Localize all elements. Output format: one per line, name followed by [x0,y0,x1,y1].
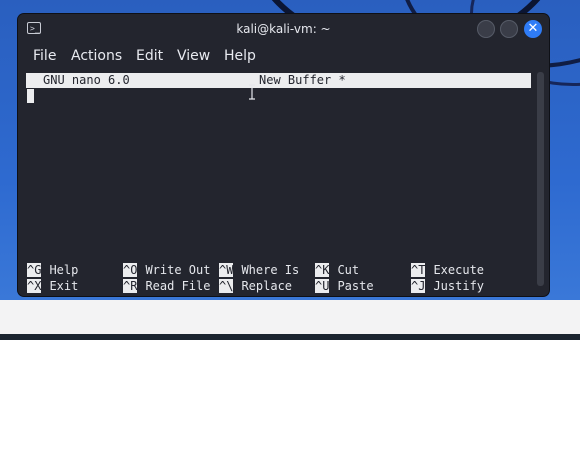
desktop-panel-area [0,300,580,334]
shortcut-replace[interactable]: ^\ Replace [219,278,292,294]
maximize-button[interactable] [500,20,518,38]
menu-bar: File Actions Edit View Help [18,44,549,68]
terminal-scrollbar[interactable] [537,72,544,286]
shortcut-where-is[interactable]: ^W Where Is [219,262,299,278]
menu-actions[interactable]: Actions [71,46,122,66]
window-title: kali@kali-vm: ~ [236,22,331,36]
nano-shortcuts: ^G Help ^O Write Out ^W Where Is ^K Cut ^T Ex… [27,262,532,294]
desktop-divider [0,334,580,340]
nano-buffer-name: New Buffer * [259,73,346,87]
window-titlebar[interactable]: >_ kali@kali-vm: ~ ✕ [18,14,549,44]
text-cursor-icon [249,84,255,100]
minimize-button[interactable] [477,20,495,38]
terminal-area[interactable]: GNU nano 6.0 New Buffer * ^G Help ^O Write… [26,72,532,293]
close-icon: ✕ [527,21,539,36]
menu-edit[interactable]: Edit [136,46,163,66]
shortcut-justify[interactable]: ^J Justify [411,278,484,294]
shortcut-cut[interactable]: ^K Cut [315,262,359,278]
shortcut-execute[interactable]: ^T Execute [411,262,484,278]
menu-view[interactable]: View [177,46,210,66]
terminal-window[interactable]: >_ kali@kali-vm: ~ ✕ File Actions Edit V… [18,14,549,296]
shortcut-write-out[interactable]: ^O Write Out [123,262,210,278]
text-cursor [27,89,34,103]
menu-help[interactable]: Help [224,46,256,66]
shortcut-exit[interactable]: ^X Exit [27,278,78,294]
nano-version: GNU nano 6.0 [43,73,130,87]
close-button[interactable]: ✕ [524,20,542,38]
menu-file[interactable]: File [33,46,56,66]
shortcut-paste[interactable]: ^U Paste [315,278,374,294]
shortcut-help[interactable]: ^G Help [27,262,78,278]
shortcut-read-file[interactable]: ^R Read File [123,278,210,294]
nano-title-bar: GNU nano 6.0 New Buffer * [26,73,531,88]
